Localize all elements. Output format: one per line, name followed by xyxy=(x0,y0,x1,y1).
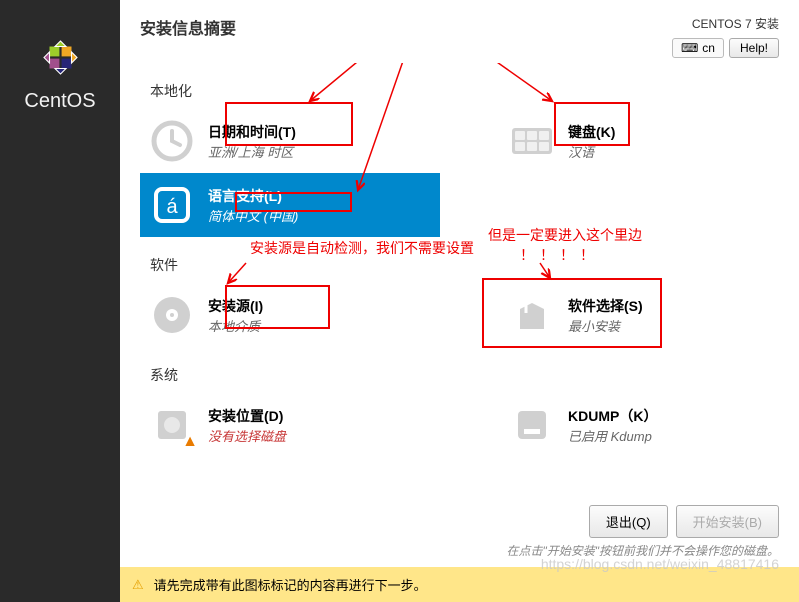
spoke-datetime[interactable]: 日期和时间(T) 亚洲/上海 时区 xyxy=(140,109,440,173)
spoke-subtitle: 简体中文 (中国) xyxy=(208,206,298,225)
spoke-software[interactable]: 软件选择(S) 最小安装 xyxy=(500,283,799,347)
spoke-subtitle: 最小安装 xyxy=(568,316,643,335)
spoke-language[interactable]: á 语言支持(L) 简体中文 (中国) xyxy=(140,173,440,237)
header: 安装信息摘要 CENTOS 7 安装 ⌨ cn Help! xyxy=(120,0,799,63)
svg-text:á: á xyxy=(166,196,178,218)
warning-text: 请先完成带有此图标标记的内容再进行下一步。 xyxy=(154,575,427,594)
spoke-title: KDUMP（K） xyxy=(568,406,657,426)
product-label: CENTOS 7 安装 xyxy=(692,15,779,32)
footer-buttons: 退出(Q) 开始安装(B) xyxy=(120,505,799,542)
spoke-title: 软件选择(S) xyxy=(568,296,643,316)
keyboard-icon xyxy=(508,117,556,165)
clock-icon xyxy=(148,117,196,165)
disc-icon xyxy=(148,291,196,339)
content-area: 本地化 日期和时间(T) 亚洲/上海 时区 键盘(K) 汉语 xyxy=(120,63,799,505)
keyboard-icon: ⌨ xyxy=(681,41,698,55)
spoke-subtitle: 本地介质 xyxy=(208,316,263,335)
spoke-source[interactable]: 安装源(I) 本地介质 xyxy=(140,283,440,347)
disk-icon: ▲ xyxy=(148,401,196,449)
spoke-title: 键盘(K) xyxy=(568,122,615,142)
spoke-keyboard[interactable]: 键盘(K) 汉语 xyxy=(500,109,799,173)
spoke-subtitle: 已启用 Kdump xyxy=(568,426,657,445)
centos-logo xyxy=(33,30,88,85)
section-software: 软件 xyxy=(150,255,779,275)
input-method-indicator[interactable]: ⌨ cn xyxy=(672,38,724,58)
spoke-kdump[interactable]: KDUMP（K） 已启用 Kdump xyxy=(500,393,799,457)
help-button[interactable]: Help! xyxy=(729,38,779,58)
warning-icon: ⚠ xyxy=(132,577,144,593)
language-icon: á xyxy=(148,181,196,229)
quit-button[interactable]: 退出(Q) xyxy=(589,505,668,538)
spoke-title: 安装位置(D) xyxy=(208,406,286,426)
kdump-icon xyxy=(508,401,556,449)
spoke-subtitle: 汉语 xyxy=(568,142,615,161)
begin-install-button[interactable]: 开始安装(B) xyxy=(676,505,779,538)
main-area: 安装信息摘要 CENTOS 7 安装 ⌨ cn Help! 本地化 日期和时间(… xyxy=(120,0,799,602)
spoke-subtitle: 没有选择磁盘 xyxy=(208,426,286,445)
spoke-title: 日期和时间(T) xyxy=(208,122,296,142)
spoke-title: 语言支持(L) xyxy=(208,186,298,206)
warning-bar[interactable]: ⚠ 请先完成带有此图标标记的内容再进行下一步。 xyxy=(120,567,799,602)
spoke-subtitle: 亚洲/上海 时区 xyxy=(208,142,296,161)
package-icon xyxy=(508,291,556,339)
section-localization: 本地化 xyxy=(150,81,779,101)
watermark: https://blog.csdn.net/weixin_48817416 xyxy=(541,556,779,572)
input-method-label: cn xyxy=(702,41,715,55)
section-system: 系统 xyxy=(150,365,779,385)
page-title: 安装信息摘要 xyxy=(140,15,236,58)
brand-text: CentOS xyxy=(24,90,95,113)
spoke-destination[interactable]: ▲ 安装位置(D) 没有选择磁盘 xyxy=(140,393,440,457)
sidebar: CentOS xyxy=(0,0,120,602)
spoke-title: 安装源(I) xyxy=(208,296,263,316)
warning-icon: ▲ xyxy=(182,433,198,451)
